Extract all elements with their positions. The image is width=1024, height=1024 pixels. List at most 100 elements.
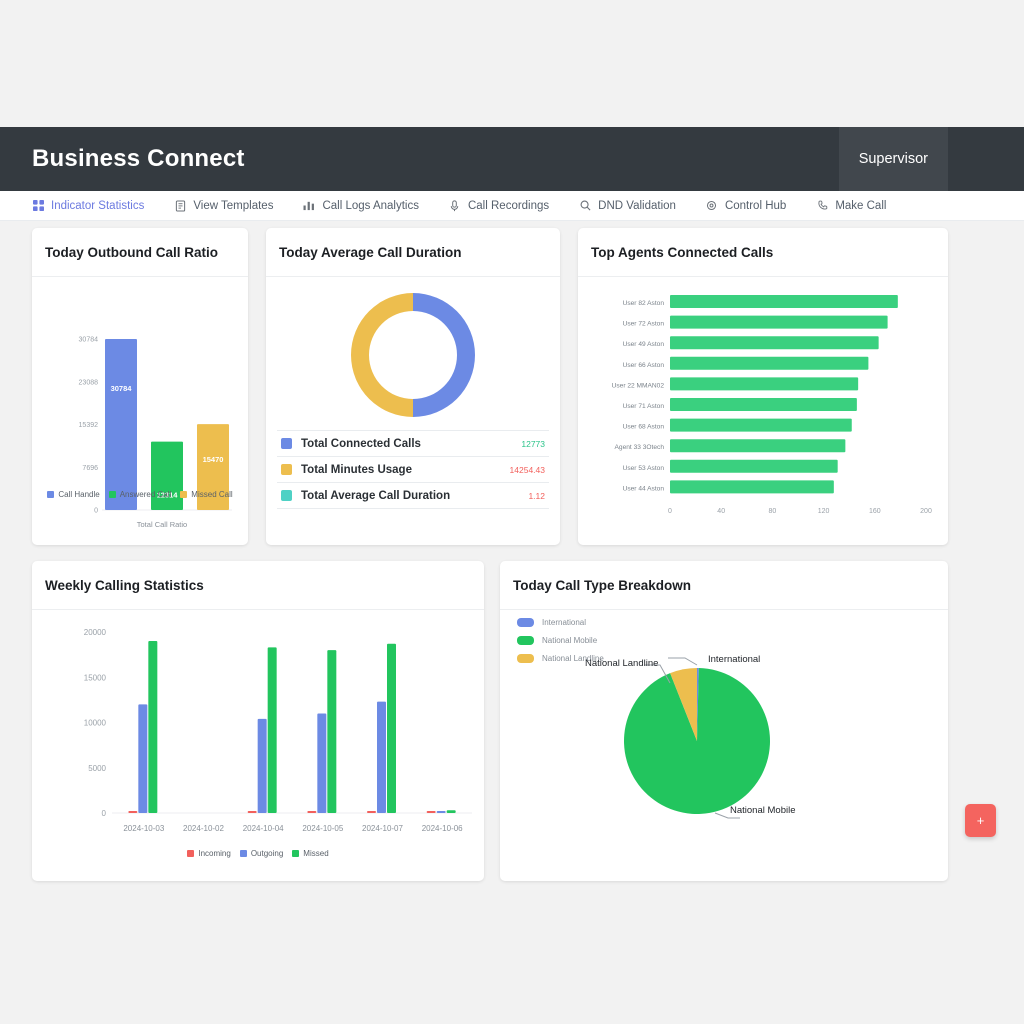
user-role-chip[interactable]: Supervisor (838, 127, 948, 191)
pie-annotation-international: International (708, 654, 761, 665)
nav-item-dnd-validation[interactable]: DND Validation (579, 200, 676, 212)
svg-text:5000: 5000 (88, 764, 106, 773)
outbound-bar-chart: 30784230881539276960 307841231415470 Tot… (79, 337, 232, 529)
legend-swatch (108, 491, 116, 498)
row-label: Total Minutes Usage (301, 463, 412, 476)
nav-label: Control Hub (724, 199, 787, 212)
grid-icon (32, 200, 44, 212)
card-title: Today Outbound Call Ratio (45, 245, 218, 260)
nav-item-make-call[interactable]: Make Call (816, 200, 886, 212)
svg-text:160: 160 (869, 508, 881, 515)
row-label: Total Average Call Duration (301, 489, 451, 502)
main-navigation: Indicator Statistics View Templates Call… (0, 191, 1024, 221)
svg-text:User 71 Aston: User 71 Aston (623, 403, 665, 410)
floating-action-button[interactable]: + (965, 804, 996, 837)
summary-row: Total Minutes Usage 14254.43 (277, 457, 549, 482)
svg-text:0: 0 (94, 508, 98, 515)
summary-row: Total Average Call Duration 1.12 (277, 483, 549, 508)
legend-swatch (292, 850, 300, 857)
summary-row: Total Connected Calls 12773 (277, 431, 549, 456)
svg-text:7696: 7696 (82, 465, 98, 472)
duration-donut-chart (351, 293, 475, 417)
card-today-outbound-call-ratio: Today Outbound Call Ratio 30784 23088 1539… (32, 228, 248, 545)
fab-label: + (976, 813, 985, 828)
svg-text:30784: 30784 (111, 384, 133, 393)
svg-text:User 68 Aston: User 68 Aston (623, 424, 665, 431)
row-swatch (281, 490, 292, 501)
svg-text:10000: 10000 (84, 719, 107, 728)
pie-annotation-national-landline: National Landline (585, 658, 659, 669)
nav-label: View Templates (193, 199, 274, 212)
nav-item-call-recordings[interactable]: Call Recordings (449, 200, 549, 212)
svg-text:2024-10-02: 2024-10-02 (183, 824, 224, 833)
svg-text:User 72 Aston: User 72 Aston (623, 321, 665, 328)
svg-text:Agent 33 3Otech: Agent 33 3Otech (615, 444, 665, 451)
call-type-pie-chart (624, 657, 770, 819)
nav-label: Make Call (835, 199, 887, 212)
svg-text:15470: 15470 (203, 455, 224, 464)
nav-item-control-hub[interactable]: Control Hub (706, 200, 786, 212)
pie-annotation-national-mobile: National Mobile (730, 805, 796, 816)
nav-item-indicator-statistics[interactable]: Indicator Statistics (32, 200, 144, 212)
nav-label: DND Validation (598, 199, 676, 212)
legend-label: Incoming (198, 849, 231, 858)
svg-text:0: 0 (668, 508, 672, 515)
duration-summary-list: Total Connected Calls 12773 Total Minute… (277, 430, 549, 509)
svg-text:15392: 15392 (79, 422, 99, 429)
weekly-bar-chart: 20000 15000 10000 5000 0 2024-10-03 2024-10-0… (84, 628, 472, 833)
svg-text:Total Call Ratio: Total Call Ratio (137, 520, 187, 529)
weekly-legend: Incoming Outgoing Missed (32, 849, 484, 858)
svg-text:15000: 15000 (84, 673, 107, 682)
svg-text:2024-10-04: 2024-10-04 (243, 824, 284, 833)
svg-text:User 44 Aston: User 44 Aston (623, 485, 665, 492)
card-title: Today Average Call Duration (279, 245, 462, 260)
user-role-label: Supervisor (858, 151, 928, 167)
card-today-average-call-duration: Today Average Call Duration Total Connec… (266, 228, 560, 545)
row-swatch (281, 438, 292, 449)
svg-text:200: 200 (920, 508, 932, 515)
row-swatch (281, 464, 292, 475)
svg-text:2024-10-07: 2024-10-07 (362, 824, 403, 833)
svg-text:40: 40 (717, 508, 725, 515)
agents-bar-chart: User 82 Aston User 72 Aston User 49 Aston U… (612, 295, 932, 515)
divider (500, 609, 948, 610)
outbound-legend: Call Handle Answered Call Missed Call (40, 490, 240, 499)
legend-label: Outgoing (250, 849, 284, 858)
card-title: Today Call Type Breakdown (513, 578, 692, 593)
card-top-agents-connected-calls: Top Agents Connected Calls User 82 Aston… (578, 228, 948, 545)
app-brand: Business Connect (32, 145, 245, 172)
divider (277, 508, 549, 509)
row-label: Total Connected Calls (301, 437, 421, 450)
legend-label: Call Handle (58, 490, 100, 499)
svg-text:120: 120 (818, 508, 830, 515)
row-value: 12773 (521, 438, 545, 449)
nav-item-view-templates[interactable]: View Templates (174, 200, 273, 212)
card-weekly-calling-statistics: Weekly Calling Statistics 20000 15000 1000… (32, 561, 484, 881)
document-icon (174, 199, 186, 212)
legend-item: Outgoing (239, 849, 284, 858)
svg-text:30784: 30784 (79, 337, 99, 344)
svg-text:0: 0 (102, 809, 107, 818)
dashboard-page: Business Connect Supervisor Indicator St… (0, 0, 1024, 1024)
legend-item: Answered Call (108, 490, 172, 499)
nav-label: Call Logs Analytics (322, 199, 419, 212)
legend-swatch (187, 850, 195, 857)
card-today-call-type-breakdown: Today Call Type Breakdown International … (500, 561, 948, 881)
svg-text:User 66 Aston: User 66 Aston (623, 362, 665, 369)
svg-text:2024-10-03: 2024-10-03 (123, 824, 164, 833)
svg-text:User 22 MMAN02: User 22 MMAN02 (612, 382, 665, 389)
legend-item: Incoming (187, 849, 231, 858)
legend-label: Missed Call (191, 490, 233, 499)
legend-label: Answered Call (119, 490, 172, 499)
svg-text:2024-10-06: 2024-10-06 (422, 824, 463, 833)
svg-text:User 53 Aston: User 53 Aston (623, 465, 665, 472)
nav-item-call-logs-analytics[interactable]: Call Logs Analytics (303, 200, 419, 212)
nav-label: Call Recordings (467, 199, 550, 212)
row-value: 14254.43 (509, 464, 545, 475)
microphone-icon (449, 199, 461, 212)
search-icon (579, 200, 591, 212)
svg-text:User 49 Aston: User 49 Aston (623, 341, 665, 348)
card-title: Top Agents Connected Calls (591, 245, 774, 260)
legend-swatch (47, 491, 55, 498)
row-value: 1.12 (528, 490, 545, 501)
